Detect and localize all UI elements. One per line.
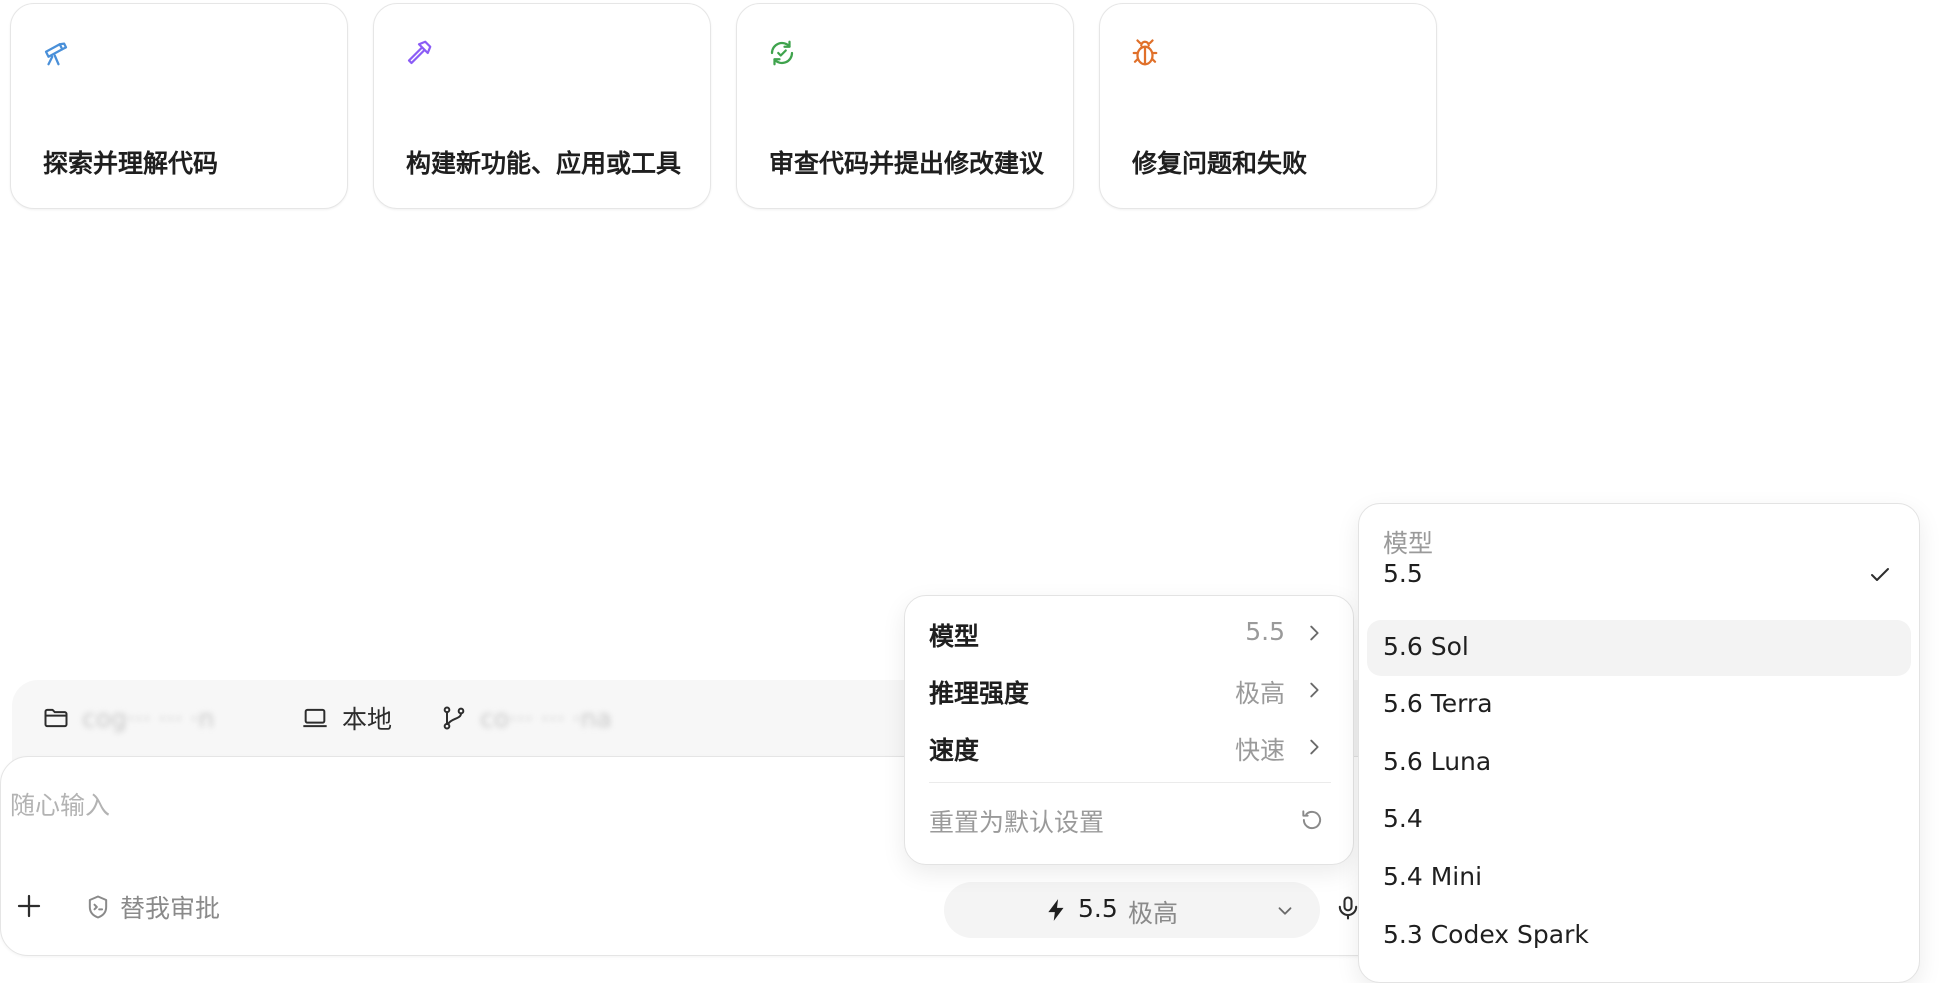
- settings-item-value: 极高: [1234, 679, 1285, 708]
- auto-approve-toggle[interactable]: 替我审批: [84, 891, 220, 923]
- reset-defaults-label: 重置为默认设置: [929, 808, 1105, 837]
- reset-icon: [1302, 810, 1322, 830]
- branch-name: co··· ··· ·na: [480, 703, 612, 733]
- checkmark-icon: [1871, 568, 1889, 581]
- bug-icon: [1132, 39, 1158, 66]
- suggestion-card-explore[interactable]: 探索并理解代码: [10, 3, 348, 209]
- settings-item-label: 速度: [929, 736, 980, 765]
- model-option-name: 5.4: [1383, 804, 1423, 833]
- card-label: 审查代码并提出修改建议: [769, 149, 1045, 178]
- model-option-name: 5.5: [1383, 559, 1423, 588]
- message-input[interactable]: 随心输入: [10, 786, 110, 822]
- hammer-icon: [407, 40, 432, 65]
- menu-divider: [929, 782, 1331, 783]
- model-menu: 模型 5.5 5.6 Sol 5.6 Terra 5.6 Luna 5.4 5.…: [1358, 503, 1920, 983]
- settings-item-value: 5.5: [1245, 617, 1285, 646]
- model-picker-button[interactable]: 5.5 极高: [944, 882, 1320, 938]
- telescope-icon: [44, 42, 68, 66]
- reset-defaults-button[interactable]: 重置为默认设置: [929, 799, 1331, 839]
- laptop-icon: [303, 708, 327, 728]
- settings-item-reasoning[interactable]: 推理强度 极高: [929, 670, 1331, 710]
- picker-model-value: 5.5: [1078, 894, 1118, 923]
- model-option-5-3-codex-spark[interactable]: 5.3 Codex Spark: [1367, 908, 1911, 964]
- settings-item-label: 模型: [929, 622, 980, 651]
- card-label: 构建新功能、应用或工具: [406, 149, 682, 178]
- chevron-right-icon: [1310, 682, 1319, 698]
- model-option-name: 5.6 Sol: [1383, 632, 1469, 661]
- add-icon[interactable]: [14, 891, 44, 921]
- chevron-right-icon: [1310, 739, 1319, 755]
- shield-icon: [88, 895, 108, 919]
- auto-approve-label: 替我审批: [120, 894, 221, 923]
- card-label: 修复问题和失败: [1132, 149, 1308, 178]
- folder-selector[interactable]: cog··· ··· ·n: [42, 700, 214, 736]
- model-option-name: 5.6 Terra: [1383, 689, 1493, 718]
- model-option-5-6-luna[interactable]: 5.6 Luna: [1367, 735, 1911, 791]
- branch-selector[interactable]: co··· ··· ·na: [440, 700, 612, 736]
- model-option-5-4[interactable]: 5.4: [1367, 792, 1911, 848]
- model-option-5-4-mini[interactable]: 5.4 Mini: [1367, 850, 1911, 906]
- chevron-down-icon: [1278, 907, 1292, 915]
- model-option-name: 5.3 Codex Spark: [1383, 920, 1589, 949]
- settings-item-label: 推理强度: [929, 679, 1030, 708]
- model-option-5-5[interactable]: 5.5: [1367, 547, 1911, 603]
- model-option-name: 5.6 Luna: [1383, 747, 1492, 776]
- folder-name: cog··· ··· ·n: [82, 703, 215, 733]
- environment-label: 本地: [342, 705, 393, 734]
- folder-icon: [44, 708, 68, 728]
- suggestion-card-review[interactable]: 审查代码并提出修改建议: [736, 3, 1074, 209]
- settings-item-value: 快速: [1234, 736, 1285, 765]
- suggestion-card-fix[interactable]: 修复问题和失败: [1099, 3, 1437, 209]
- suggestion-card-build[interactable]: 构建新功能、应用或工具: [373, 3, 711, 209]
- model-option-5-6-sol[interactable]: 5.6 Sol: [1367, 620, 1911, 676]
- lightning-icon: [1048, 899, 1064, 921]
- git-branch-icon: [443, 706, 465, 730]
- picker-reasoning-value: 极高: [1128, 899, 1179, 928]
- model-option-name: 5.4 Mini: [1383, 862, 1483, 891]
- environment-selector[interactable]: 本地: [300, 700, 392, 736]
- settings-item-speed[interactable]: 速度 快速: [929, 727, 1331, 767]
- settings-item-model[interactable]: 模型 5.5: [929, 613, 1331, 653]
- settings-menu: 模型 5.5 推理强度 极高 速度 快速 重置为默认设置: [904, 595, 1354, 865]
- model-option-5-6-terra[interactable]: 5.6 Terra: [1367, 677, 1911, 733]
- card-label: 探索并理解代码: [43, 149, 219, 178]
- refresh-check-icon: [770, 40, 794, 66]
- chevron-right-icon: [1310, 625, 1319, 641]
